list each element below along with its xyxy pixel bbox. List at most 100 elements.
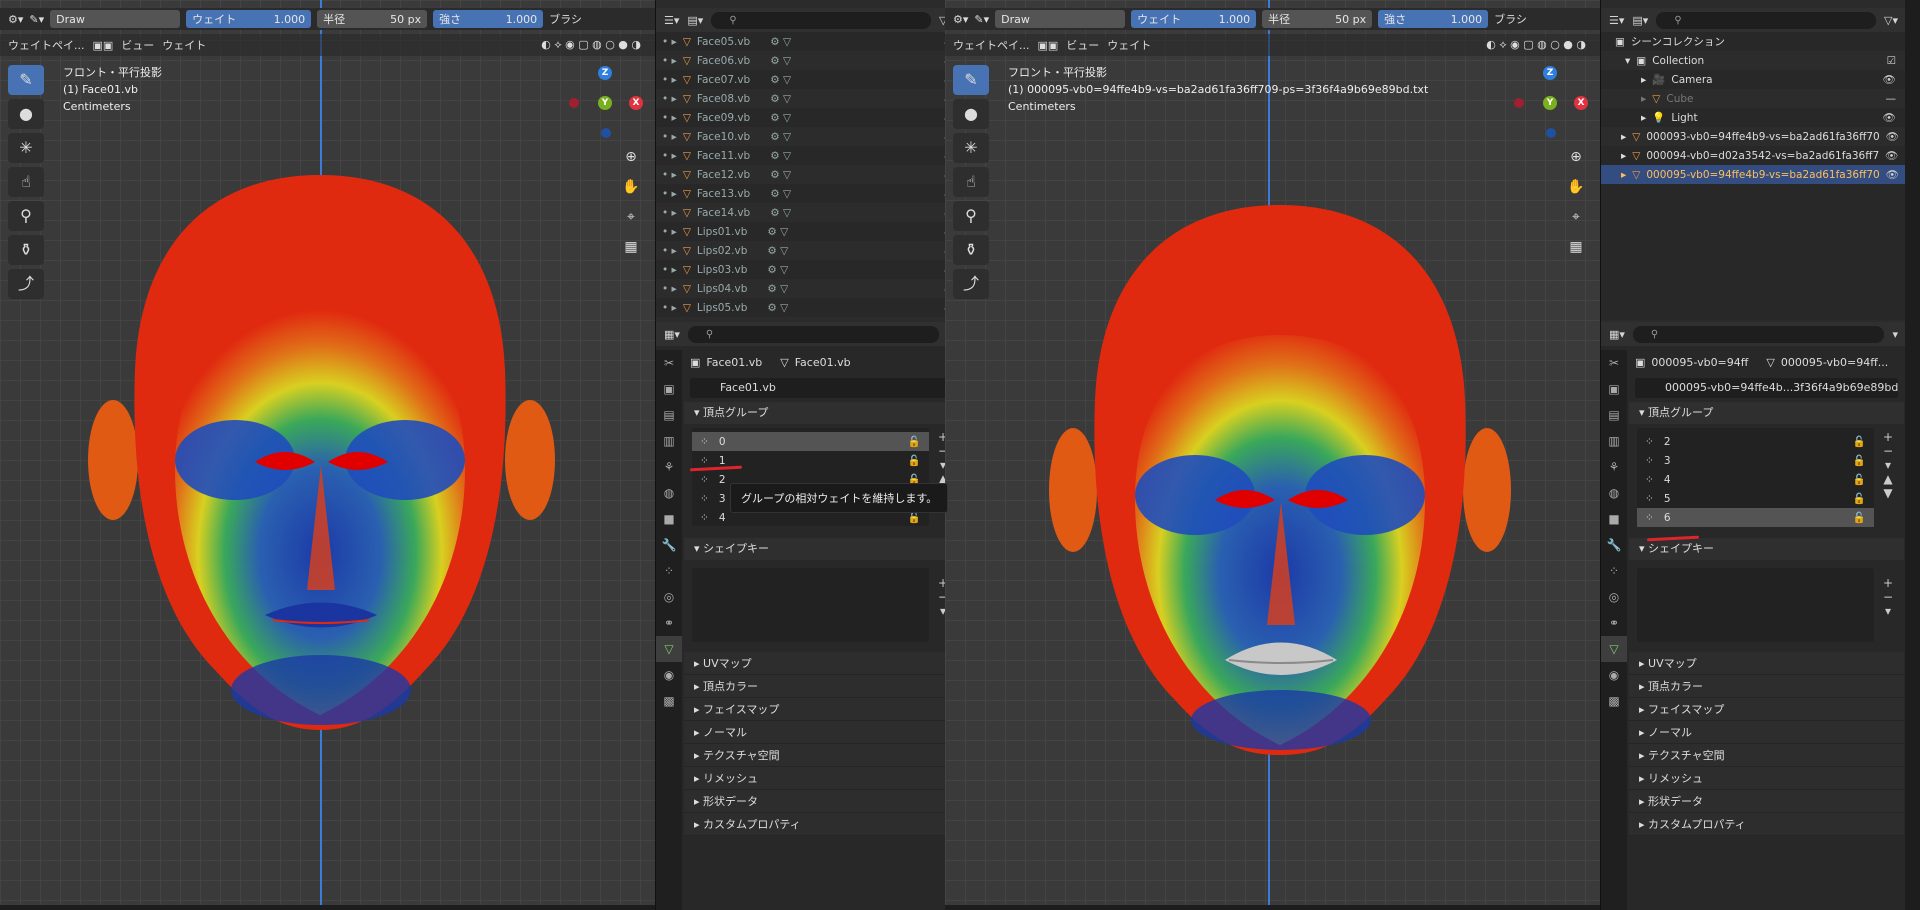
expand-arrow-icon[interactable]: • ▸: [662, 93, 677, 105]
navigation-gizmo[interactable]: Z Y X: [565, 62, 645, 142]
vertex-groups-panel-header[interactable]: ▾ 頂点グループ: [684, 402, 959, 424]
properties-editor[interactable]: ▦▾ ⚲ ▾ ✂ ▣ ▤ ▥ ⚘ ◍ ■ 🔧 ⁘ ◎ ⚭ ▽ ◉ ▩ ▣ 0000…: [1601, 322, 1905, 910]
y-axis-gizmo-icon[interactable]: Y: [598, 96, 612, 110]
modifier-icon[interactable]: ⚙ ▽: [770, 55, 791, 67]
options-icon[interactable]: ▾: [1892, 328, 1898, 341]
expand-arrow-icon[interactable]: ▸: [1621, 169, 1626, 181]
object-row-selected[interactable]: ▸ ▽ 000095-vb0=94ffe4b9-vs=ba2ad61fa36ff70…: [1601, 165, 1905, 184]
expand-arrow-icon[interactable]: • ▸: [662, 169, 677, 181]
lock-icon[interactable]: 🔓: [1853, 473, 1866, 486]
gradient-icon[interactable]: ⤴: [8, 269, 44, 299]
average-icon[interactable]: ✳: [953, 133, 989, 163]
neg-x-gizmo-icon[interactable]: [569, 98, 579, 108]
panel-header[interactable]: ▸ カスタムプロパティ: [1629, 813, 1904, 836]
average-icon[interactable]: ✳: [8, 133, 44, 163]
outliner-row[interactable]: • ▸▽Face11.vb⚙ ▽⌄: [656, 146, 960, 165]
weight-slider[interactable]: ウェイト 1.000: [1131, 10, 1257, 28]
expand-arrow-icon[interactable]: • ▸: [662, 207, 677, 219]
view-toggle-icon[interactable]: ▣▣: [93, 39, 114, 52]
panel-header[interactable]: ▸ 頂点カラー: [1629, 675, 1904, 698]
brush-menu[interactable]: ブラシ: [1494, 11, 1527, 27]
eye-icon[interactable]: 👁: [1886, 168, 1899, 181]
expand-arrow-icon[interactable]: ▸: [1641, 112, 1646, 124]
mesh-name-field[interactable]: 000095-vb0=94ffe4b...3f36f4a9b69e89bd.tx…: [1635, 378, 1898, 398]
mesh-data-tab-icon[interactable]: ▽: [656, 636, 682, 662]
x-axis-gizmo-icon[interactable]: X: [1574, 96, 1588, 110]
particles-tab-icon[interactable]: ⁘: [1601, 558, 1627, 584]
remove-icon[interactable]: −: [1880, 444, 1896, 458]
ortho-grid-icon[interactable]: ▦: [619, 235, 643, 259]
constraints-tab-icon[interactable]: ⚭: [1601, 610, 1627, 636]
smear-icon[interactable]: ☝: [8, 167, 44, 197]
outliner-row[interactable]: • ▸▽Face06.vb⚙ ▽⌄: [656, 51, 960, 70]
properties-search[interactable]: ⚲: [687, 325, 940, 343]
lock-icon[interactable]: 🔓: [908, 435, 921, 448]
texture-tab-icon[interactable]: ▩: [656, 688, 682, 714]
shape-key-list[interactable]: [1637, 568, 1874, 642]
remove-icon[interactable]: −: [1880, 590, 1896, 604]
neg-x-gizmo-icon[interactable]: [1514, 98, 1524, 108]
outliner-row[interactable]: • ▸▽Face12.vb⚙ ▽⌄: [656, 165, 960, 184]
material-tab-icon[interactable]: ◉: [1601, 662, 1627, 688]
modifier-icon[interactable]: ⚙ ▽: [770, 36, 791, 48]
mesh-data-tab-icon[interactable]: ▽: [1601, 636, 1627, 662]
outliner[interactable]: ☰▾ ▤▾ ⚲ ▽▾ ▣ シーンコレクション ▾ ▣ Collection ☑ ▸ 🎥 Ca…: [1601, 8, 1905, 320]
eye-icon[interactable]: —: [1886, 93, 1897, 105]
panel-header[interactable]: ▸ ノーマル: [684, 721, 959, 744]
draw-brush-icon[interactable]: ✎: [8, 65, 44, 95]
view-menu[interactable]: ビュー: [1066, 37, 1099, 53]
panel-header[interactable]: ▸ カスタムプロパティ: [684, 813, 959, 836]
eye-icon[interactable]: 👁: [1885, 149, 1898, 162]
view-menu[interactable]: ビュー: [121, 37, 154, 53]
brush-name-field[interactable]: Draw: [995, 10, 1126, 28]
strength-slider[interactable]: 強さ 1.000: [433, 10, 544, 28]
menu-icon[interactable]: ▾: [1880, 458, 1896, 472]
editor-type-icon[interactable]: ▦▾: [664, 328, 680, 341]
editor-type-icon[interactable]: ☰▾: [1609, 14, 1624, 27]
panel-header[interactable]: ▸ フェイスマップ: [1629, 698, 1904, 721]
shape-keys-panel-header[interactable]: ▾ シェイプキー: [1629, 538, 1904, 560]
object-tab-icon[interactable]: ■: [656, 506, 682, 532]
world-tab-icon[interactable]: ◍: [656, 480, 682, 506]
display-mode-icon[interactable]: ▤▾: [687, 14, 703, 27]
scene-tab-icon[interactable]: ⚘: [1601, 454, 1627, 480]
mesh-name-field[interactable]: Face01.vb: [690, 378, 953, 398]
expand-arrow-icon[interactable]: • ▸: [662, 264, 677, 276]
expand-arrow-icon[interactable]: • ▸: [662, 112, 677, 124]
expand-arrow-icon[interactable]: ▸: [1621, 150, 1626, 162]
shading-mode-icons[interactable]: ◐ ⟡ ◉ ▢ ◍ ○ ● ◑: [1486, 38, 1586, 52]
gradient-icon[interactable]: ⤴: [953, 269, 989, 299]
outliner-row[interactable]: • ▸▽Lips04.vb⚙ ▽⌄: [656, 279, 960, 298]
panel-header[interactable]: ▸ テクスチャ空間: [1629, 744, 1904, 767]
modifier-icon[interactable]: ⚙ ▽: [770, 188, 791, 200]
object-row[interactable]: ▸ ▽ 000093-vb0=94ffe4b9-vs=ba2ad61fa36ff70…: [1601, 127, 1905, 146]
render-tab-icon[interactable]: ▣: [1601, 376, 1627, 402]
modifier-icon[interactable]: ⚙ ▽: [770, 112, 791, 124]
mode-icon[interactable]: ⚙▾: [953, 13, 968, 26]
add-icon[interactable]: +: [1880, 576, 1896, 590]
weight-slider[interactable]: ウェイト 1.000: [186, 10, 312, 28]
expand-arrow-icon[interactable]: • ▸: [662, 36, 677, 48]
panel-header[interactable]: ▸ ノーマル: [1629, 721, 1904, 744]
brush-name-field[interactable]: Draw: [50, 10, 181, 28]
modifier-icon[interactable]: ⚙ ▽: [770, 131, 791, 143]
expand-arrow-icon[interactable]: • ▸: [662, 302, 677, 314]
navigation-gizmo[interactable]: Z Y X: [1510, 62, 1590, 142]
world-tab-icon[interactable]: ◍: [1601, 480, 1627, 506]
outliner-row[interactable]: • ▸▽Face07.vb⚙ ▽⌄: [656, 70, 960, 89]
expand-arrow-icon[interactable]: ▸: [1621, 131, 1626, 143]
expand-arrow-icon[interactable]: • ▸: [662, 226, 677, 238]
modifier-icon[interactable]: ⚙ ▽: [770, 150, 791, 162]
camera-view-icon[interactable]: ⌖: [1564, 205, 1588, 229]
x-axis-gizmo-icon[interactable]: X: [629, 96, 643, 110]
texture-tab-icon[interactable]: ▩: [1601, 688, 1627, 714]
properties-search[interactable]: ⚲: [1632, 325, 1885, 343]
shape-key-list[interactable]: [692, 568, 929, 642]
tool-tab-icon[interactable]: ✂: [1601, 350, 1627, 376]
z-axis-gizmo-icon[interactable]: Z: [1543, 66, 1557, 80]
outliner[interactable]: ☰▾ ▤▾ ⚲ ▽▾ • ▸▽Face05.vb⚙ ▽⌄• ▸▽Face06.v…: [656, 8, 960, 320]
modifier-icon[interactable]: ⚙ ▽: [770, 74, 791, 86]
viewport-3d[interactable]: フロント・平行投影 (1) 000095-vb0=94ffe4b9-vs=ba2…: [945, 0, 1600, 905]
outliner-search[interactable]: ⚲: [711, 11, 932, 29]
output-tab-icon[interactable]: ▤: [1601, 402, 1627, 428]
